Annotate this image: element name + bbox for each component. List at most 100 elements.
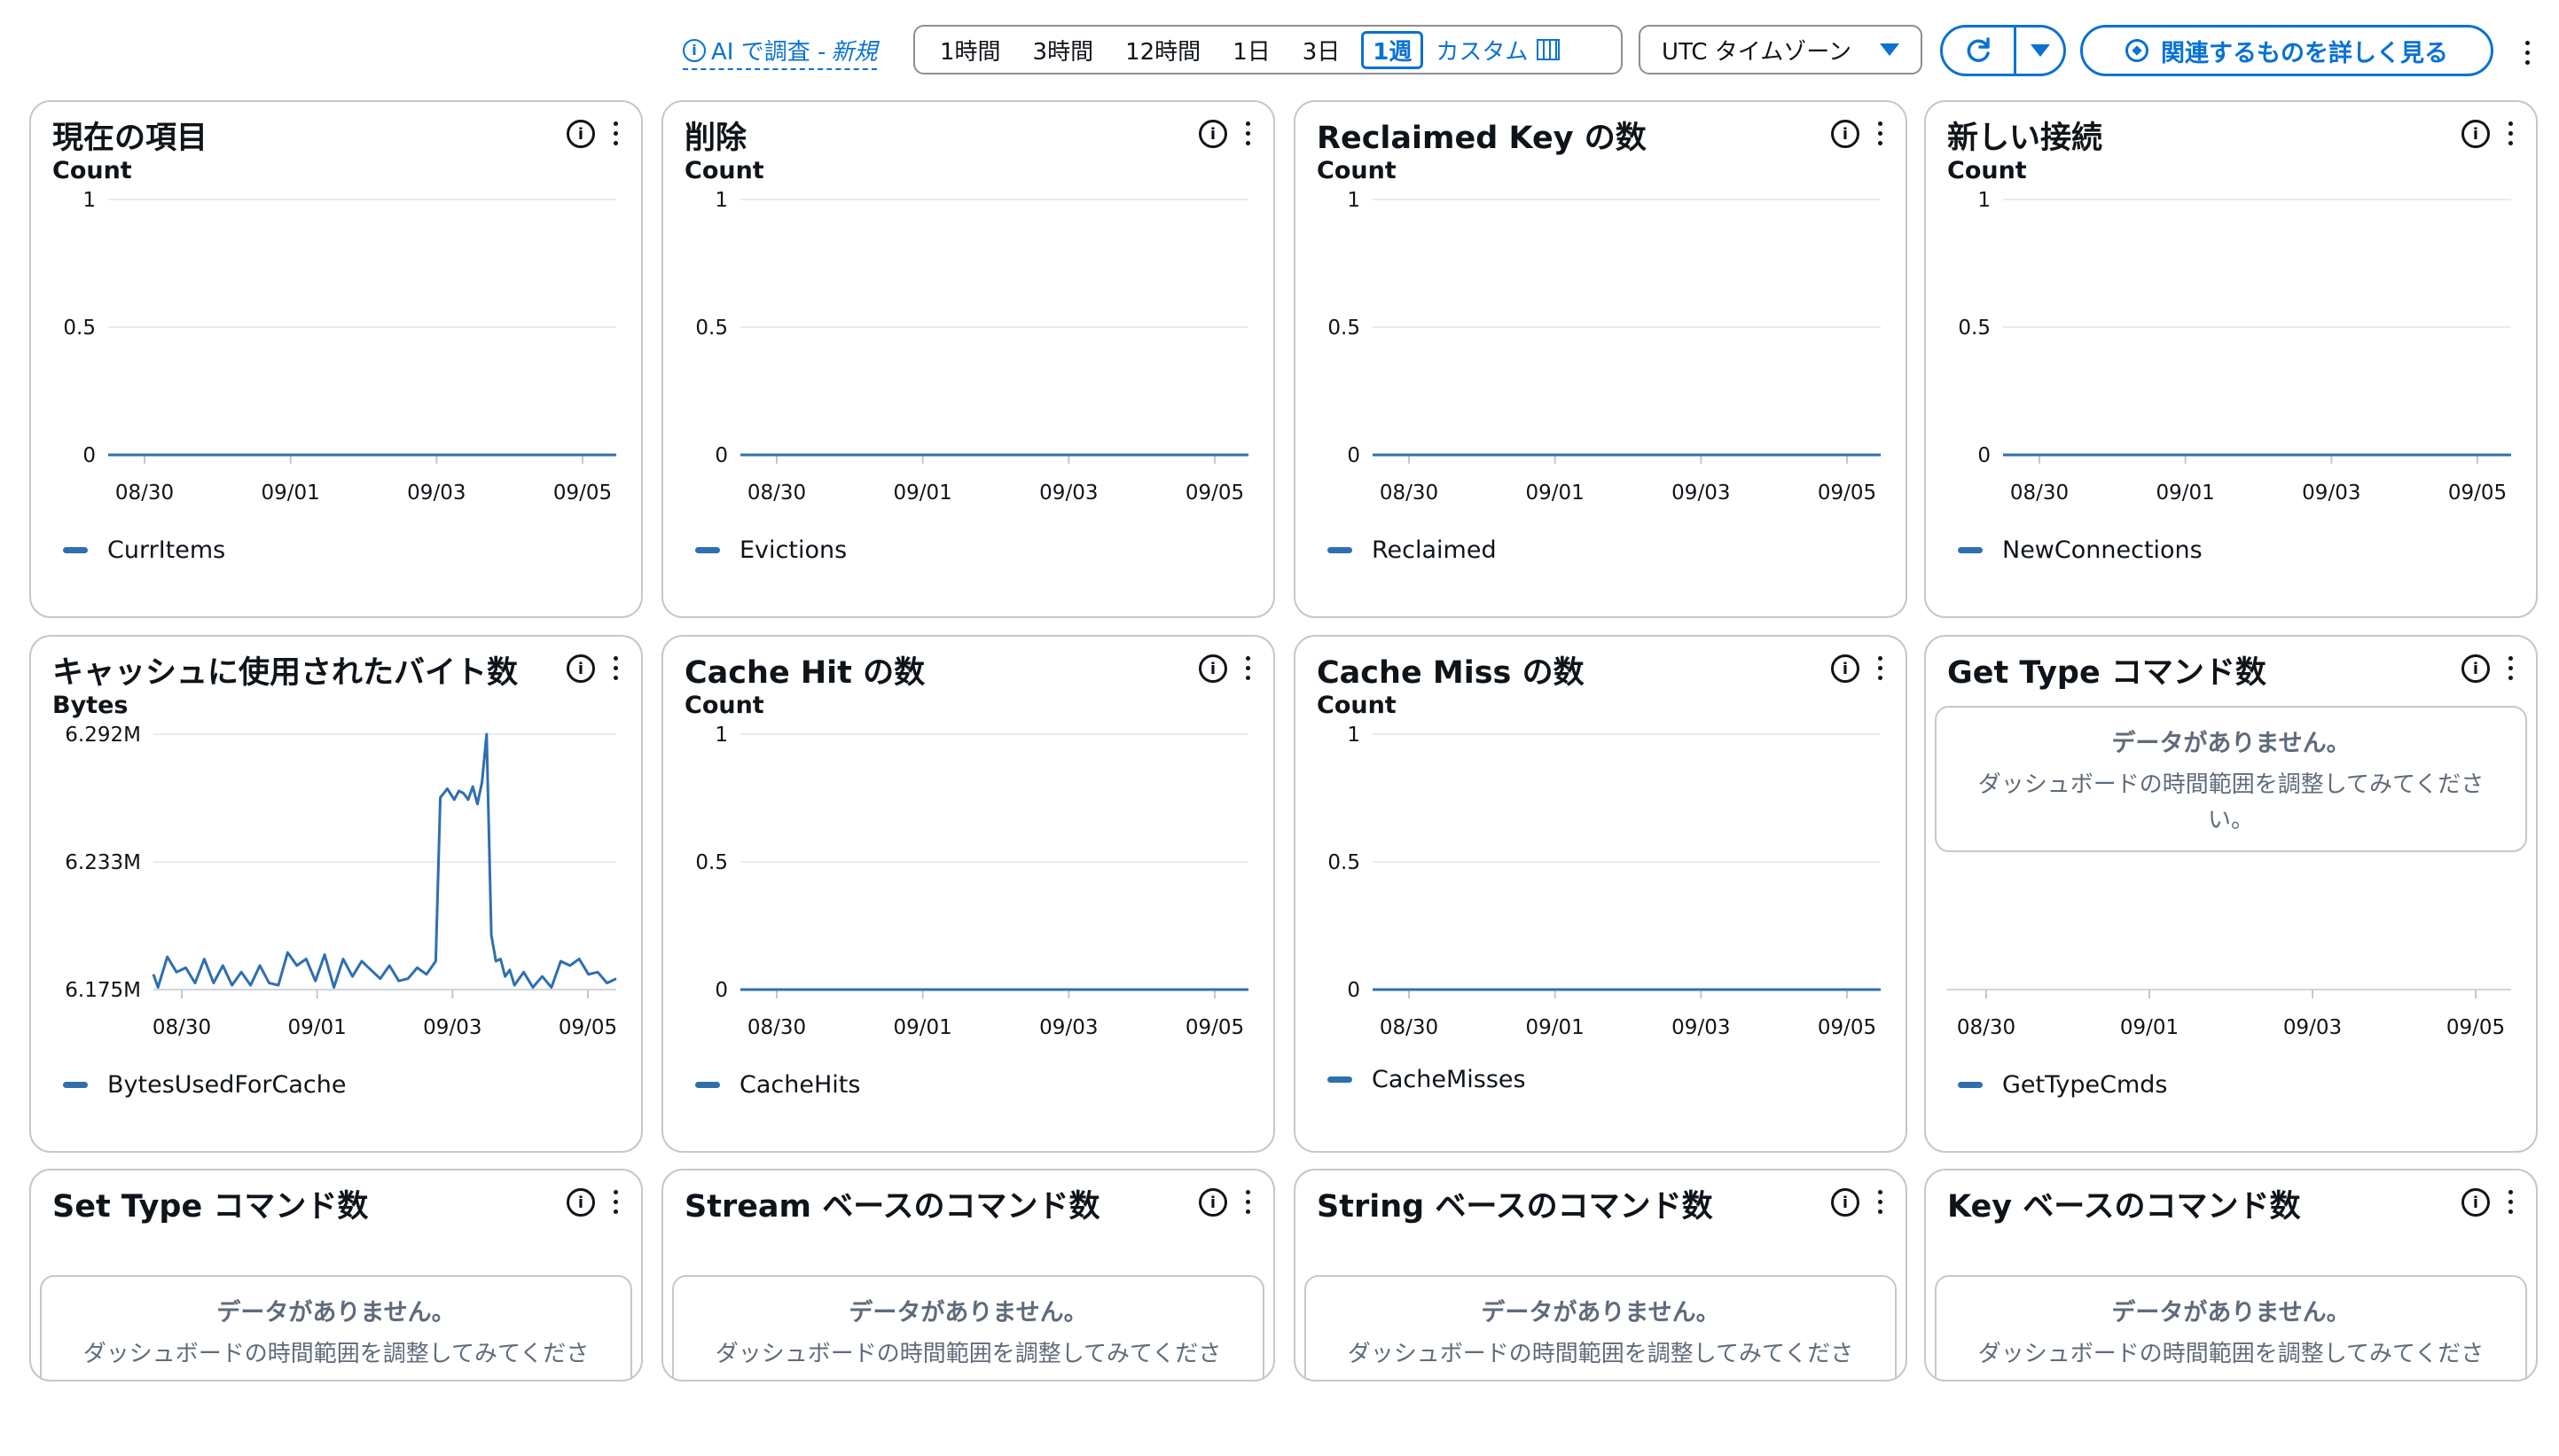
timezone-select[interactable]: UTC タイムゾーン (1639, 25, 1922, 74)
chart-legend[interactable]: GetTypeCmds (1958, 1071, 2168, 1099)
range-1d[interactable]: 1日 (1217, 34, 1287, 67)
x-tick-label: 08/30 (2010, 481, 2069, 505)
x-tick-label: 09/03 (1671, 481, 1730, 505)
y-tick-label: 0.5 (695, 317, 728, 340)
legend-swatch (1327, 1076, 1352, 1083)
y-tick-label: 1 (715, 189, 728, 212)
x-tick-label: 09/05 (553, 481, 612, 505)
caret-down-icon (2030, 44, 2050, 57)
widget-title: String ベースのコマンド数 (1317, 1189, 1713, 1225)
legend-swatch (1958, 547, 1983, 553)
x-tick-label: 08/30 (747, 481, 806, 505)
range-custom-label: カスタム (1436, 38, 1529, 66)
ai-investigate-label: AI で調査 - (711, 39, 826, 66)
widget-menu-icon[interactable] (614, 1190, 619, 1218)
refresh-options-dropdown[interactable] (2016, 25, 2066, 76)
timezone-label: UTC タイムゾーン (1662, 38, 1851, 66)
x-tick-label: 09/03 (407, 481, 466, 505)
info-icon[interactable]: i (1199, 1188, 1227, 1217)
info-icon: i (683, 38, 706, 62)
no-data-message: データがありません。ダッシュボードの時間範囲を調整してみてください。 (1935, 1275, 2527, 1380)
chart-legend[interactable]: CacheHits (695, 1071, 860, 1099)
calendar-icon (1537, 39, 1561, 60)
legend-label: CurrItems (107, 536, 226, 564)
x-tick-label: 09/01 (894, 1016, 952, 1039)
caret-down-icon (1880, 43, 1899, 56)
chart-legend[interactable]: NewConnections (1958, 536, 2203, 564)
widget-card: Set Type コマンド数 i データがありません。 ダッシュボードの時間範囲を調整… (29, 1169, 643, 1382)
no-data-message: データがありません。ダッシュボードの時間範囲を調整してみてください。 (672, 1275, 1264, 1380)
chart-legend[interactable]: Evictions (695, 536, 847, 564)
explore-related-label: 関連するものを詳しく見る (2161, 39, 2448, 67)
legend-label: Reclaimed (1372, 536, 1497, 564)
no-data-description: ダッシュボードの時間範囲を調整してみてください。 (1347, 1341, 1854, 1380)
y-tick-label: 1 (1347, 189, 1360, 212)
y-tick-label: 0.5 (1327, 317, 1360, 340)
y-tick-label: 0 (1977, 444, 1991, 467)
range-1w[interactable]: 1週 (1361, 30, 1424, 69)
legend-label: CacheMisses (1372, 1066, 1526, 1093)
info-icon[interactable]: i (567, 1188, 595, 1217)
y-tick-label: 6.292M (65, 724, 141, 747)
chart-legend[interactable]: CacheMisses (1327, 1066, 1526, 1093)
info-icon[interactable]: i (1831, 1188, 1859, 1217)
x-tick-label: 09/01 (1526, 1016, 1585, 1039)
x-tick-label: 09/03 (1039, 481, 1098, 505)
x-tick-label: 09/03 (1039, 1016, 1098, 1039)
y-tick-label: 0.5 (1958, 317, 1991, 340)
x-tick-label: 09/01 (2120, 1016, 2179, 1039)
refresh-icon (1967, 37, 1990, 62)
range-custom[interactable]: カスタム (1428, 34, 1561, 67)
x-tick-label: 08/30 (747, 1016, 806, 1039)
range-3h[interactable]: 3時間 (1017, 34, 1110, 67)
no-data-message: データがありません。ダッシュボードの時間範囲を調整してみてください。 (1304, 1275, 1897, 1380)
x-tick-label: 09/05 (1818, 481, 1876, 505)
x-tick-label: 08/30 (1380, 1016, 1438, 1039)
chart-legend[interactable]: BytesUsedForCache (63, 1071, 347, 1099)
dashboard-toolbar: i AI で調査 - 新規 1時間 3時間 12時間 1日 3日 1週 カスタム… (0, 21, 2559, 80)
ai-investigate-link[interactable]: i AI で調査 - 新規 (683, 34, 878, 70)
no-data-message: データがありません。ダッシュボードの時間範囲を調整してみてください。 (40, 1275, 632, 1380)
widget-card: Stream ベースのコマンド数 i データがありません。 ダッシュボードの時間範囲を… (661, 1169, 1275, 1382)
widget-card: 現在の項目 i Count 0 0.5 1 08/30 09/01 09/03 09/05 Curr… (29, 100, 643, 618)
x-tick-label: 09/03 (1671, 1016, 1730, 1039)
more-actions-icon[interactable] (2525, 41, 2534, 67)
explore-related-button[interactable]: 関連するものを詳しく見る (2080, 25, 2493, 76)
x-tick-label: 09/05 (1818, 1016, 1876, 1039)
info-icon[interactable]: i (2461, 1188, 2490, 1217)
no-data-title: データがありません。 (1481, 1299, 1720, 1327)
legend-swatch (1958, 1082, 1983, 1088)
chart-legend[interactable]: Reclaimed (1327, 536, 1497, 564)
widget-card: 新しい接続 i Count 0 0.5 1 08/30 09/01 09/03 09/05 NewC… (1924, 100, 2538, 618)
widget-card: Cache Hit の数 i Count 0 0.5 1 08/30 09/01 09/03 09… (661, 635, 1275, 1153)
chart-legend[interactable]: CurrItems (63, 536, 225, 564)
widget-menu-icon[interactable] (1878, 1190, 1883, 1218)
y-tick-label: 0 (715, 444, 728, 467)
y-tick-label: 0.5 (1327, 851, 1360, 874)
widget-title: Set Type コマンド数 (52, 1189, 369, 1225)
widget-menu-icon[interactable] (2508, 1190, 2514, 1218)
no-data-description: ダッシュボードの時間範囲を調整してみてください。 (1977, 1341, 2485, 1380)
compass-icon (2125, 39, 2148, 62)
x-tick-label: 09/05 (2448, 481, 2507, 505)
x-tick-label: 09/05 (559, 1016, 617, 1039)
legend-label: Evictions (740, 536, 848, 564)
x-tick-label: 09/01 (1526, 481, 1585, 505)
x-tick-label: 09/01 (288, 1016, 347, 1039)
range-1h[interactable]: 1時間 (924, 34, 1017, 67)
x-tick-label: 09/01 (2156, 481, 2215, 505)
y-tick-label: 0 (1347, 979, 1360, 1002)
widget-card: 削除 i Count 0 0.5 1 08/30 09/01 09/03 09/05 Evictio… (661, 100, 1275, 618)
x-tick-label: 09/01 (894, 481, 952, 505)
y-tick-label: 6.233M (65, 851, 141, 874)
widget-title: Key ベースのコマンド数 (1947, 1189, 2301, 1225)
range-3d[interactable]: 3日 (1287, 34, 1357, 67)
no-data-title: データがありません。 (216, 1299, 456, 1327)
widget-card: Cache Miss の数 i Count 0 0.5 1 08/30 09/01 09/03 0… (1294, 635, 1907, 1153)
x-tick-label: 08/30 (115, 481, 174, 505)
refresh-button[interactable] (1940, 25, 2016, 76)
range-12h[interactable]: 12時間 (1109, 34, 1217, 67)
series-line-bytesusedforcache (152, 732, 617, 989)
y-tick-label: 0.5 (695, 851, 728, 874)
widget-menu-icon[interactable] (1246, 1190, 1251, 1218)
